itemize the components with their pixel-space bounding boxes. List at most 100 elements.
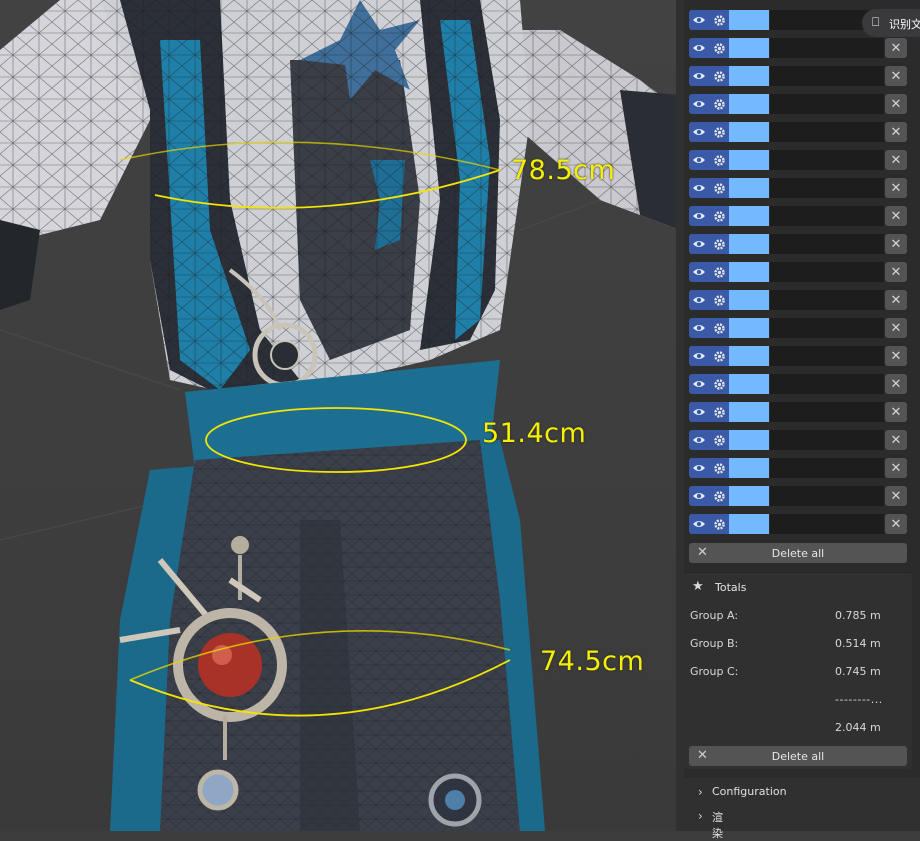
eye-icon[interactable]: [689, 234, 709, 254]
gear-icon[interactable]: [709, 486, 729, 506]
eye-icon[interactable]: [689, 66, 709, 86]
measurement-row[interactable]: ✕: [689, 118, 907, 146]
color-swatch[interactable]: [729, 346, 769, 366]
eye-icon[interactable]: [689, 94, 709, 114]
measurement-row[interactable]: ✕: [689, 202, 907, 230]
gear-icon[interactable]: [709, 402, 729, 422]
remove-measurement-button[interactable]: ✕: [885, 346, 907, 366]
measurement-row[interactable]: ✕: [689, 34, 907, 62]
measurement-name-field[interactable]: [770, 94, 884, 114]
color-swatch[interactable]: [729, 234, 769, 254]
color-swatch[interactable]: [729, 262, 769, 282]
measurement-name-field[interactable]: [770, 122, 884, 142]
measurement-name-field[interactable]: [770, 318, 884, 338]
eye-icon[interactable]: [689, 10, 709, 30]
color-swatch[interactable]: [729, 402, 769, 422]
gear-icon[interactable]: [709, 206, 729, 226]
color-swatch[interactable]: [729, 514, 769, 534]
measurement-name-field[interactable]: [770, 66, 884, 86]
measurement-list[interactable]: ✕✕✕✕✕✕✕✕✕✕✕✕✕✕✕✕✕✕✕: [689, 6, 907, 538]
eye-icon[interactable]: [689, 514, 709, 534]
remove-measurement-button[interactable]: ✕: [885, 430, 907, 450]
measurement-name-field[interactable]: [770, 458, 884, 478]
measurement-name-field[interactable]: [770, 486, 884, 506]
remove-measurement-button[interactable]: ✕: [885, 318, 907, 338]
remove-measurement-button[interactable]: ✕: [885, 290, 907, 310]
color-swatch[interactable]: [729, 290, 769, 310]
color-swatch[interactable]: [729, 318, 769, 338]
gear-icon[interactable]: [709, 94, 729, 114]
color-swatch[interactable]: [729, 430, 769, 450]
remove-measurement-button[interactable]: ✕: [885, 150, 907, 170]
measurement-name-field[interactable]: [770, 206, 884, 226]
measurement-row[interactable]: ✕: [689, 314, 907, 342]
measurement-row[interactable]: ✕: [689, 426, 907, 454]
eye-icon[interactable]: [689, 38, 709, 58]
color-swatch[interactable]: [729, 94, 769, 114]
color-swatch[interactable]: [729, 122, 769, 142]
totals-delete-all-button[interactable]: ✕ Delete all: [689, 746, 907, 766]
measurement-name-field[interactable]: [770, 262, 884, 282]
gear-icon[interactable]: [709, 150, 729, 170]
measurement-name-field[interactable]: [770, 346, 884, 366]
gear-icon[interactable]: [709, 234, 729, 254]
color-swatch[interactable]: [729, 206, 769, 226]
measurement-name-field[interactable]: [770, 402, 884, 422]
remove-measurement-button[interactable]: ✕: [885, 486, 907, 506]
eye-icon[interactable]: [689, 346, 709, 366]
color-swatch[interactable]: [729, 458, 769, 478]
eye-icon[interactable]: [689, 318, 709, 338]
remove-measurement-button[interactable]: ✕: [885, 262, 907, 282]
measurement-name-field[interactable]: [770, 290, 884, 310]
eye-icon[interactable]: [689, 262, 709, 282]
remove-measurement-button[interactable]: ✕: [885, 94, 907, 114]
remove-measurement-button[interactable]: ✕: [885, 514, 907, 534]
gear-icon[interactable]: [709, 290, 729, 310]
gear-icon[interactable]: [709, 10, 729, 30]
measurement-row[interactable]: ✕: [689, 258, 907, 286]
eye-icon[interactable]: [689, 122, 709, 142]
measurement-row[interactable]: ✕: [689, 510, 907, 538]
color-swatch[interactable]: [729, 486, 769, 506]
gear-icon[interactable]: [709, 262, 729, 282]
remove-measurement-button[interactable]: ✕: [885, 234, 907, 254]
remove-measurement-button[interactable]: ✕: [885, 402, 907, 422]
measurement-row[interactable]: ✕: [689, 62, 907, 90]
3d-viewport[interactable]: 78.5cm 51.4cm 74.5cm: [0, 0, 680, 831]
gear-icon[interactable]: [709, 178, 729, 198]
eye-icon[interactable]: [689, 178, 709, 198]
remove-measurement-button[interactable]: ✕: [885, 458, 907, 478]
color-swatch[interactable]: [729, 178, 769, 198]
measurement-row[interactable]: ✕: [689, 286, 907, 314]
measurement-name-field[interactable]: [770, 38, 884, 58]
measurement-name-field[interactable]: [770, 150, 884, 170]
gear-icon[interactable]: [709, 514, 729, 534]
ocr-overlay-button[interactable]: ⎕ 识别文: [862, 9, 920, 37]
remove-measurement-button[interactable]: ✕: [885, 374, 907, 394]
color-swatch[interactable]: [729, 38, 769, 58]
measurement-name-field[interactable]: [770, 514, 884, 534]
gear-icon[interactable]: [709, 122, 729, 142]
measurement-row[interactable]: ✕: [689, 398, 907, 426]
measurement-name-field[interactable]: [770, 430, 884, 450]
remove-measurement-button[interactable]: ✕: [885, 178, 907, 198]
measurement-row[interactable]: ✕: [689, 230, 907, 258]
gear-icon[interactable]: [709, 430, 729, 450]
gear-icon[interactable]: [709, 318, 729, 338]
remove-measurement-button[interactable]: ✕: [885, 206, 907, 226]
gear-icon[interactable]: [709, 346, 729, 366]
eye-icon[interactable]: [689, 402, 709, 422]
measurement-row[interactable]: ✕: [689, 454, 907, 482]
color-swatch[interactable]: [729, 66, 769, 86]
measurement-name-field[interactable]: [770, 374, 884, 394]
eye-icon[interactable]: [689, 150, 709, 170]
measurement-name-field[interactable]: [770, 178, 884, 198]
measurement-row[interactable]: ✕: [689, 342, 907, 370]
color-swatch[interactable]: [729, 150, 769, 170]
measurement-row[interactable]: ✕: [689, 90, 907, 118]
measurement-row[interactable]: ✕: [689, 174, 907, 202]
eye-icon[interactable]: [689, 486, 709, 506]
eye-icon[interactable]: [689, 374, 709, 394]
remove-measurement-button[interactable]: ✕: [885, 66, 907, 86]
gear-icon[interactable]: [709, 66, 729, 86]
